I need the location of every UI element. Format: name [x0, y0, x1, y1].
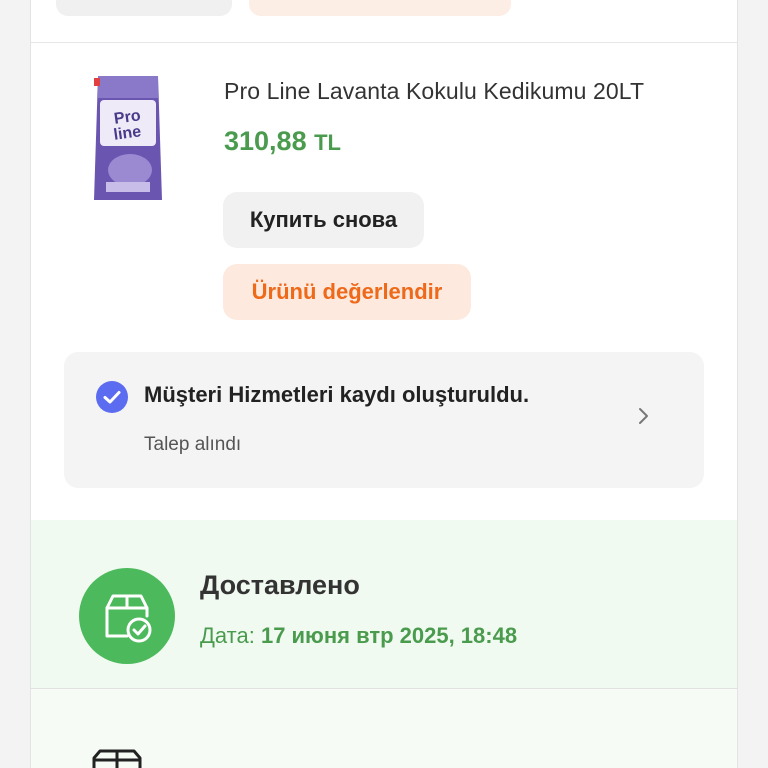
previous-item-rate-button[interactable]	[249, 0, 511, 16]
previous-item-action-button[interactable]	[56, 0, 232, 16]
order-detail-page: Pro line Pro Line Lavanta Kokulu Kedikum…	[0, 0, 768, 768]
chevron-right-icon[interactable]	[636, 406, 652, 426]
customer-service-record-card[interactable]: Müşteri Hizmetleri kaydı oluşturuldu. Ta…	[64, 352, 704, 488]
product-price: 310,88 TL	[224, 126, 341, 157]
truck-icon	[92, 749, 142, 768]
section-divider	[31, 42, 737, 43]
check-circle-icon	[96, 381, 128, 413]
price-currency: TL	[314, 130, 341, 155]
rate-product-button[interactable]: Ürünü değerlendir	[223, 264, 471, 320]
delivery-date: Дата: 17 июня втр 2025, 18:48	[200, 623, 517, 649]
customer-service-status: Talep alındı	[144, 434, 242, 455]
product-title[interactable]: Pro Line Lavanta Kokulu Kedikumu 20LT	[224, 78, 644, 105]
delivery-status-section: Доставлено Дата: 17 июня втр 2025, 18:48	[31, 520, 737, 688]
delivery-status-title: Доставлено	[200, 570, 360, 600]
package-check-icon	[79, 568, 175, 664]
buy-again-button[interactable]: Купить снова	[223, 192, 424, 248]
price-amount: 310,88	[224, 126, 307, 156]
customer-service-title: Müşteri Hizmetleri kaydı oluşturuldu.	[144, 382, 530, 407]
delivery-date-label: Дата:	[200, 623, 255, 648]
product-image[interactable]: Pro line	[88, 72, 168, 204]
delivery-date-value: 17 июня втр 2025, 18:48	[260, 623, 518, 648]
